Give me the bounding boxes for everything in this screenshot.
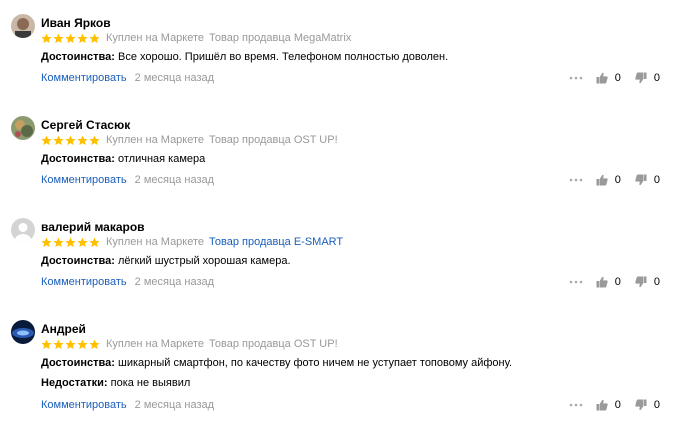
rating-stars xyxy=(41,32,100,44)
review-date: 2 месяца назад xyxy=(134,399,215,411)
pros-line: Достоинства: Все хорошо. Пришёл во время… xyxy=(41,51,448,63)
star-icon xyxy=(77,134,88,145)
pros-line: Достоинства: лёгкий шустрый хорошая каме… xyxy=(41,255,291,267)
star-icon xyxy=(77,338,88,349)
star-icon xyxy=(89,134,100,145)
pros-line: Достоинства: отличная камера xyxy=(41,153,205,165)
star-icon xyxy=(41,236,52,247)
review-actions: 0 0 xyxy=(568,174,660,186)
seller-label: Товар продавца MegaMatrix xyxy=(209,32,352,44)
author-name[interactable]: Андрей xyxy=(41,322,86,336)
comment-link[interactable]: Комментировать xyxy=(41,276,127,288)
likes-count: 0 xyxy=(614,72,621,84)
review-footer: Комментировать 2 месяца назад xyxy=(41,72,214,84)
purchase-badge: Куплен на Маркете xyxy=(106,32,205,44)
star-icon xyxy=(41,338,52,349)
dislikes-count: 0 xyxy=(653,399,660,411)
purchase-badge: Куплен на Маркете xyxy=(106,338,205,350)
thumbs-up-icon[interactable] xyxy=(596,276,608,288)
thumbs-up-icon[interactable] xyxy=(596,72,608,84)
thumbs-down-icon[interactable] xyxy=(635,276,647,288)
pros-label: Достоинства: xyxy=(41,153,115,165)
review-date: 2 месяца назад xyxy=(134,276,215,288)
rating-stars xyxy=(41,338,100,350)
review-meta: Куплен на Маркете Товар продавца MegaMat… xyxy=(41,31,351,45)
review-actions: 0 0 xyxy=(568,72,660,84)
star-icon xyxy=(89,32,100,43)
dislikes-count: 0 xyxy=(653,276,660,288)
pros-text: Все хорошо. Пришёл во время. Телефоном п… xyxy=(118,51,449,63)
review-footer: Комментировать 2 месяца назад xyxy=(41,174,214,186)
likes-count: 0 xyxy=(614,276,621,288)
thumbs-up-icon[interactable] xyxy=(596,399,608,411)
star-icon xyxy=(53,134,64,145)
more-dots-icon[interactable] xyxy=(568,277,584,287)
comment-link[interactable]: Комментировать xyxy=(41,174,127,186)
pros-label: Достоинства: xyxy=(41,357,115,369)
comment-link[interactable]: Комментировать xyxy=(41,399,127,411)
star-icon xyxy=(89,236,100,247)
dislikes-count: 0 xyxy=(653,174,660,186)
star-icon xyxy=(77,236,88,247)
thumbs-up-icon[interactable] xyxy=(596,174,608,186)
star-icon xyxy=(53,236,64,247)
dislikes-count: 0 xyxy=(653,72,660,84)
avatar[interactable] xyxy=(11,218,35,242)
seller-label: Товар продавца OST UP! xyxy=(209,134,338,146)
star-icon xyxy=(65,338,76,349)
more-dots-icon[interactable] xyxy=(568,175,584,185)
author-name[interactable]: Сергей Стасюк xyxy=(41,118,130,132)
author-name[interactable]: валерий макаров xyxy=(41,220,145,234)
star-icon xyxy=(65,236,76,247)
avatar[interactable] xyxy=(11,14,35,38)
pros-text: шикарный смартфон, по качеству фото ниче… xyxy=(118,357,513,369)
seller-label: Товар продавца OST UP! xyxy=(209,338,338,350)
star-icon xyxy=(53,338,64,349)
thumbs-down-icon[interactable] xyxy=(635,399,647,411)
likes-count: 0 xyxy=(614,174,621,186)
review-footer: Комментировать 2 месяца назад xyxy=(41,399,214,411)
comment-link[interactable]: Комментировать xyxy=(41,72,127,84)
avatar[interactable] xyxy=(11,320,35,344)
likes-count: 0 xyxy=(614,399,621,411)
pros-text: отличная камера xyxy=(118,153,206,165)
more-dots-icon[interactable] xyxy=(568,400,584,410)
thumbs-down-icon[interactable] xyxy=(635,72,647,84)
cons-text: пока не выявил xyxy=(110,377,191,389)
rating-stars xyxy=(41,236,100,248)
pros-label: Достоинства: xyxy=(41,51,115,63)
rating-stars xyxy=(41,134,100,146)
thumbs-down-icon[interactable] xyxy=(635,174,647,186)
pros-label: Достоинства: xyxy=(41,255,115,267)
purchase-badge: Куплен на Маркете xyxy=(106,236,205,248)
cons-line: Недостатки: пока не выявил xyxy=(41,377,190,389)
review-date: 2 месяца назад xyxy=(134,174,215,186)
review-meta: Куплен на Маркете Товар продавца E-SMART xyxy=(41,235,343,249)
cons-label: Недостатки: xyxy=(41,377,108,389)
review-footer: Комментировать 2 месяца назад xyxy=(41,276,214,288)
star-icon xyxy=(65,32,76,43)
purchase-badge: Куплен на Маркете xyxy=(106,134,205,146)
star-icon xyxy=(53,32,64,43)
more-dots-icon[interactable] xyxy=(568,73,584,83)
star-icon xyxy=(65,134,76,145)
star-icon xyxy=(89,338,100,349)
star-icon xyxy=(41,134,52,145)
review-meta: Куплен на Маркете Товар продавца OST UP! xyxy=(41,337,338,351)
author-name[interactable]: Иван Ярков xyxy=(41,16,111,30)
review-date: 2 месяца назад xyxy=(134,72,215,84)
avatar[interactable] xyxy=(11,116,35,140)
star-icon xyxy=(77,32,88,43)
review-meta: Куплен на Маркете Товар продавца OST UP! xyxy=(41,133,338,147)
pros-text: лёгкий шустрый хорошая камера. xyxy=(118,255,291,267)
review-actions: 0 0 xyxy=(568,276,660,288)
review-actions: 0 0 xyxy=(568,399,660,411)
seller-link[interactable]: Товар продавца E-SMART xyxy=(209,236,343,248)
star-icon xyxy=(41,32,52,43)
pros-line: Достоинства: шикарный смартфон, по качес… xyxy=(41,357,512,369)
